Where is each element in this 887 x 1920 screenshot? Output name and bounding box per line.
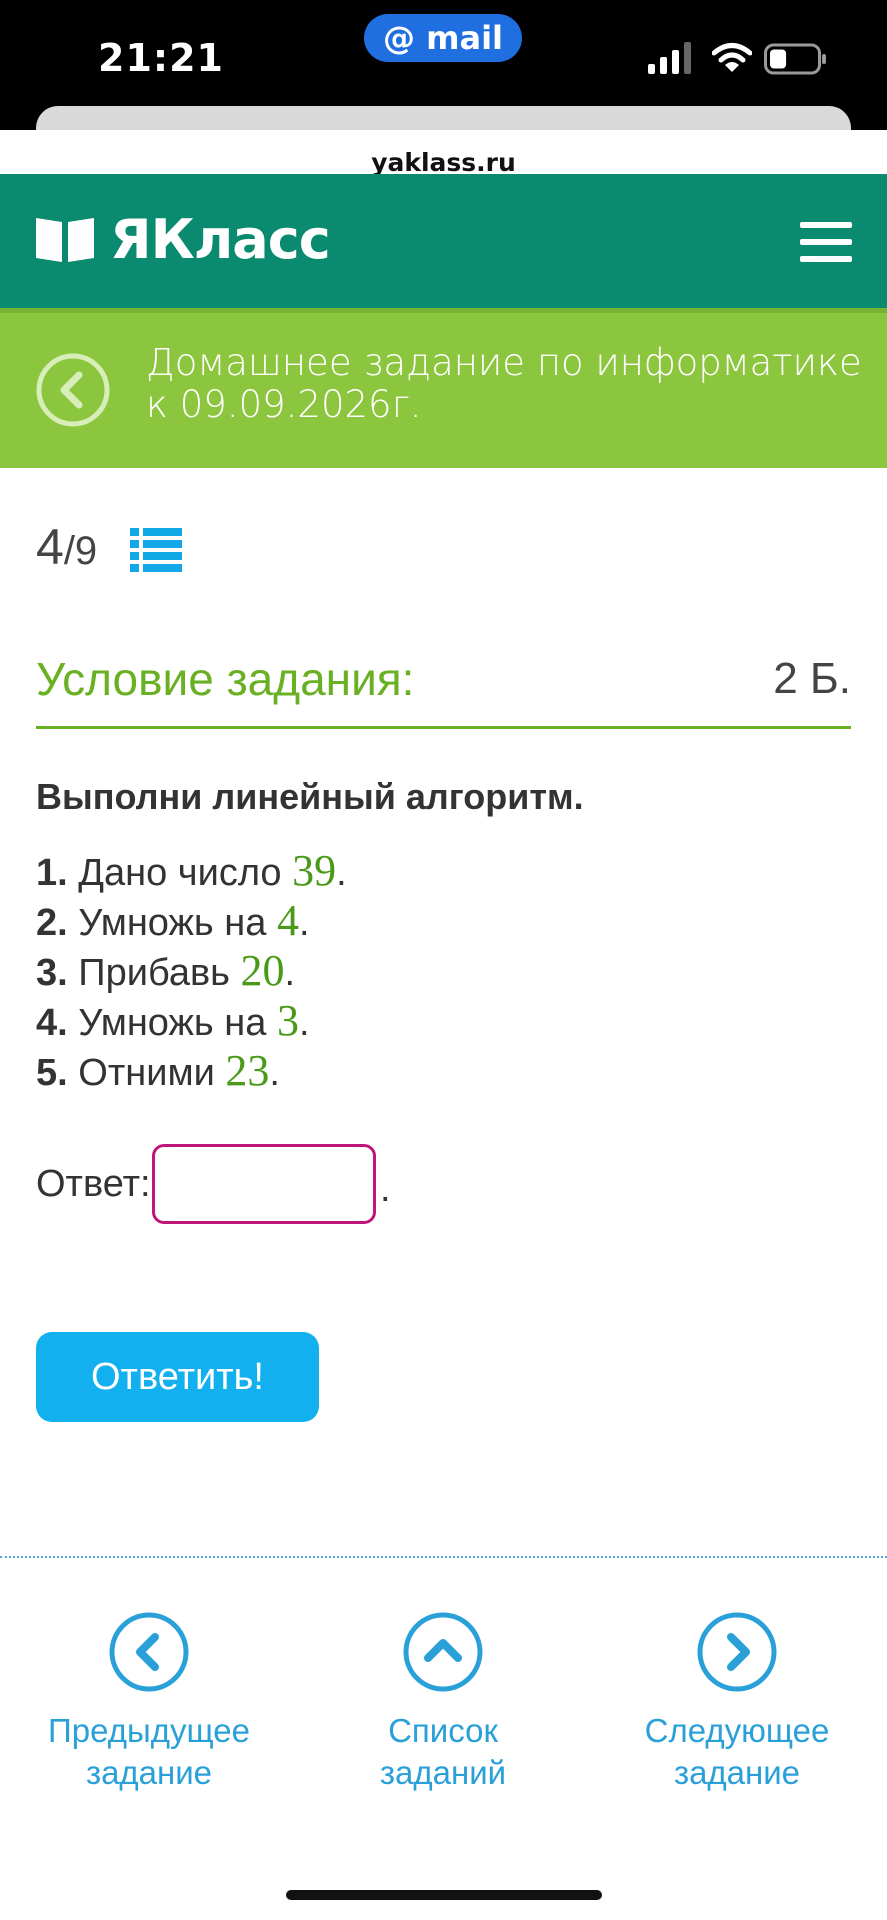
list-item: 2. Умножь на 4.	[36, 896, 310, 945]
wifi-icon	[712, 43, 752, 72]
status-time: 21:21	[98, 36, 224, 80]
site-logo[interactable]: ЯКласс	[110, 208, 331, 271]
task-points: 2 Б.	[773, 654, 851, 703]
task-heading: Выполни линейный алгоритм.	[36, 776, 584, 817]
answer-input[interactable]	[152, 1144, 376, 1224]
cellular-signal-icon	[648, 42, 691, 74]
list-item: 5. Отними 23.	[36, 1046, 280, 1095]
task-list-label-line2[interactable]: заданий	[328, 1752, 558, 1794]
condition-divider	[36, 726, 851, 729]
url-text[interactable]: yaklass.ru	[0, 148, 887, 177]
next-task-link[interactable]: Следующее задание	[622, 1612, 852, 1794]
answer-label: Ответ:	[36, 1163, 151, 1205]
chevron-left-circle-icon[interactable]	[109, 1612, 189, 1692]
homework-title: Домашнее задание по информатике к 09.09.…	[146, 341, 862, 426]
condition-title: Условие задания:	[36, 653, 415, 705]
footer-divider	[0, 1556, 887, 1558]
task-list-label-line1[interactable]: Список	[328, 1710, 558, 1752]
previous-task-link[interactable]: Предыдущее задание	[34, 1612, 264, 1794]
chevron-right-circle-icon[interactable]	[697, 1612, 777, 1692]
home-indicator[interactable]	[286, 1890, 602, 1900]
list-item: 4. Умножь на 3.	[36, 996, 310, 1045]
next-task-label-line1[interactable]: Следующее	[622, 1710, 852, 1752]
mail-notification-pill[interactable]: @ mail	[364, 14, 522, 62]
task-counter: 4/9	[36, 518, 97, 576]
list-item: 1. Дано число 39.	[36, 846, 347, 895]
submit-answer-button[interactable]: Ответить!	[36, 1332, 319, 1422]
algorithm-steps: 1. Дано число 39. 2. Умножь на 4. 3. При…	[36, 846, 347, 1096]
total-tasks: /9	[63, 529, 98, 573]
list-item: 3. Прибавь 20.	[36, 946, 296, 995]
next-task-label-line2[interactable]: задание	[622, 1752, 852, 1794]
answer-suffix: .	[380, 1168, 391, 1210]
previous-task-label-line2[interactable]: задание	[34, 1752, 264, 1794]
back-circle-icon[interactable]	[36, 353, 110, 427]
hamburger-menu-icon[interactable]	[800, 222, 852, 262]
task-list-icon[interactable]	[130, 526, 182, 574]
previous-task-label-line1[interactable]: Предыдущее	[34, 1710, 264, 1752]
open-book-logo-icon[interactable]	[36, 218, 94, 262]
battery-icon	[764, 43, 826, 75]
current-task-number: 4	[36, 519, 64, 575]
task-list-link[interactable]: Список заданий	[328, 1612, 558, 1794]
chevron-up-circle-icon[interactable]	[403, 1612, 483, 1692]
